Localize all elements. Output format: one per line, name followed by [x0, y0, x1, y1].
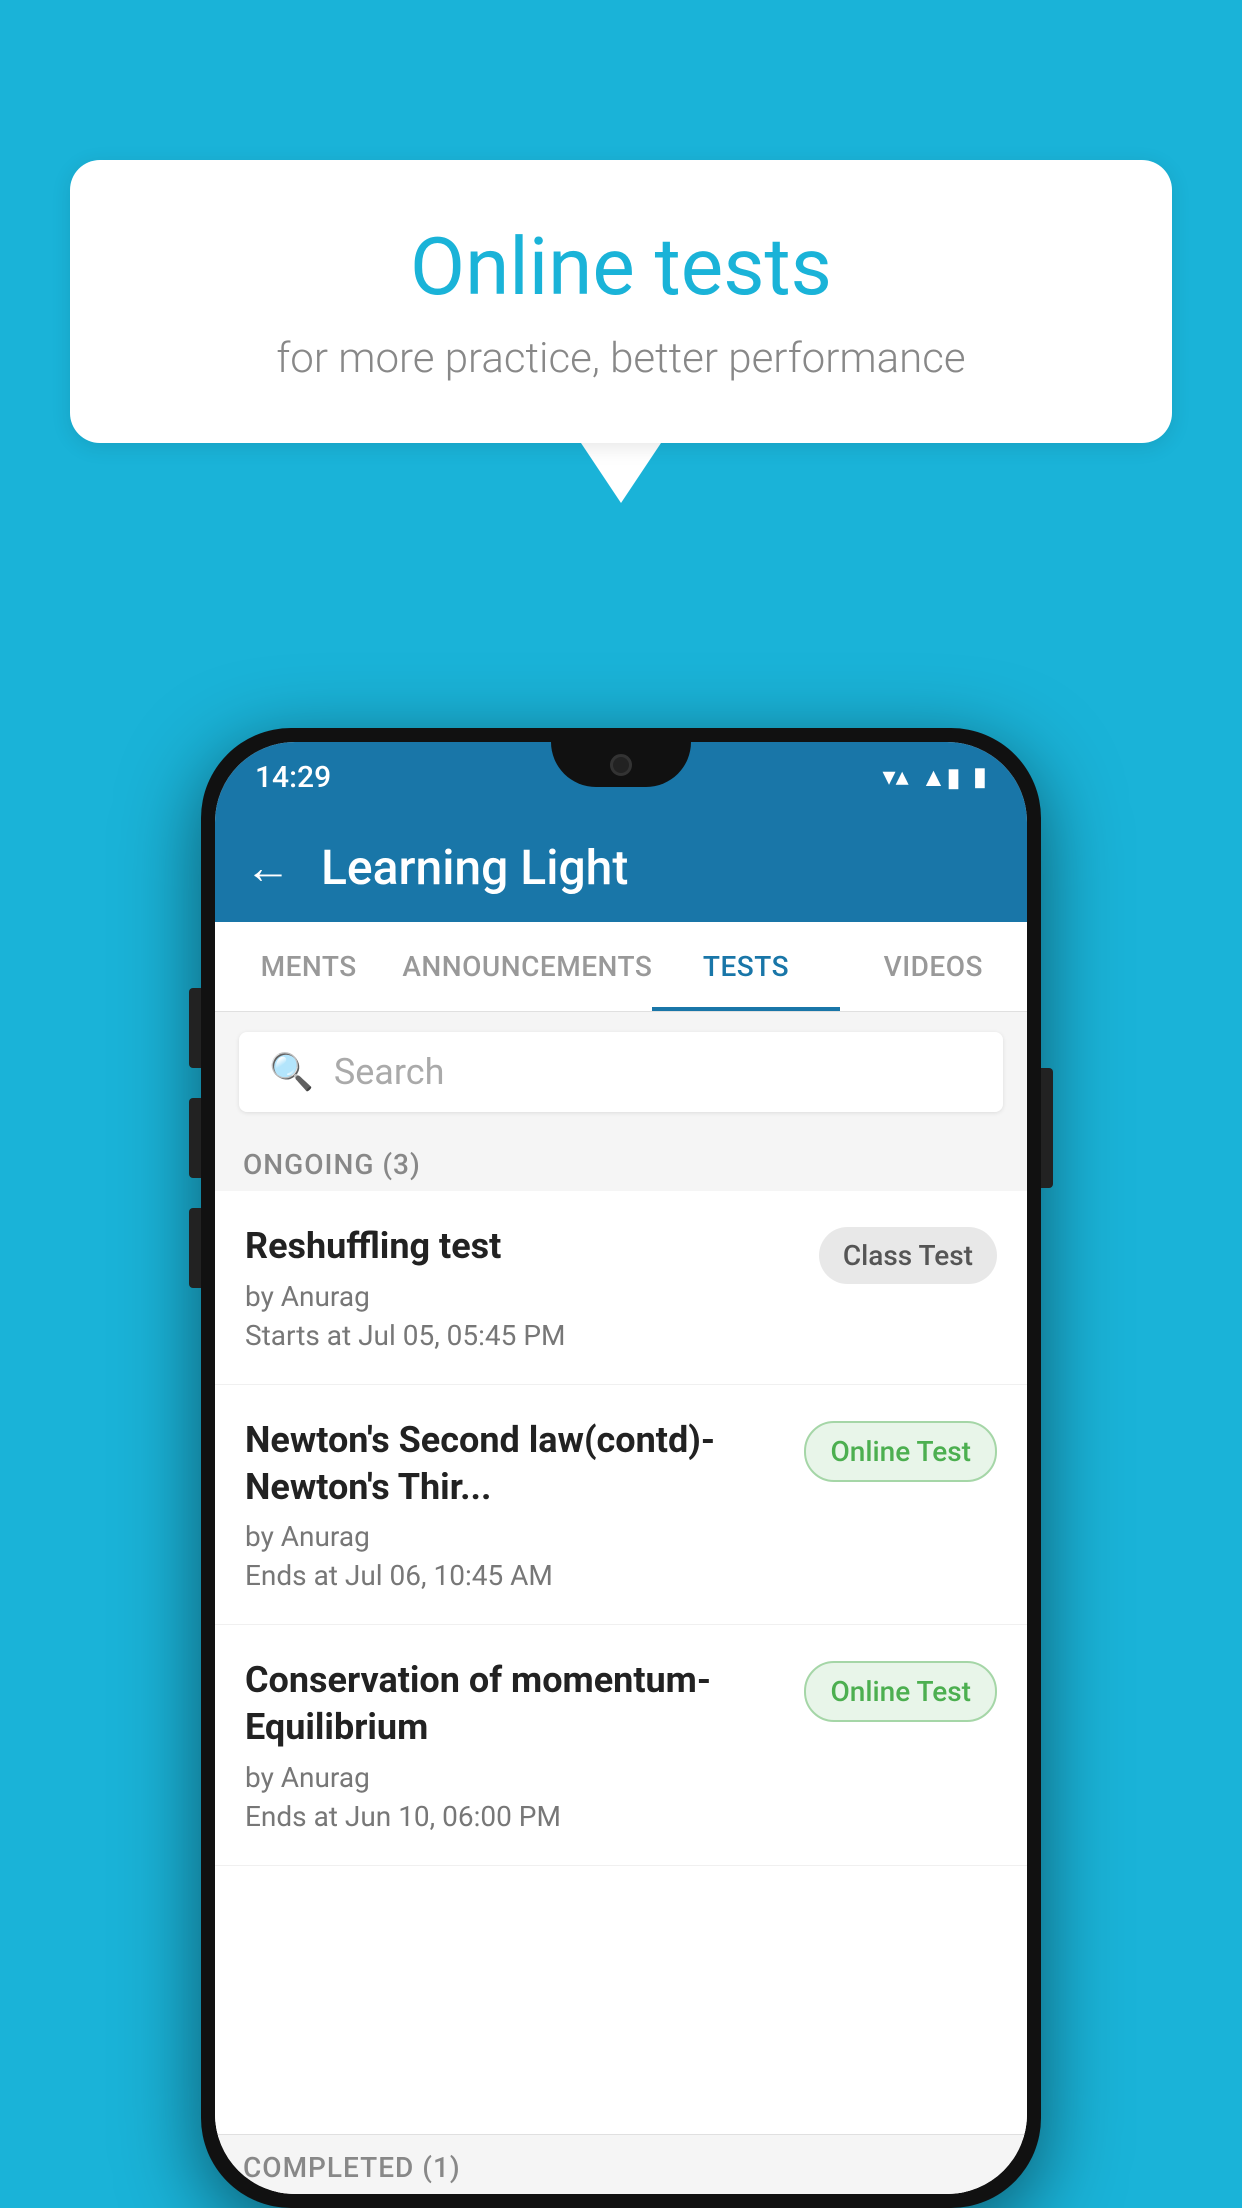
- app-bar: ← Learning Light: [215, 812, 1027, 922]
- list-item[interactable]: Conservation of momentum-Equilibrium by …: [215, 1625, 1027, 1866]
- status-bar: 14:29 ▾▴ ▲▮ ▮: [215, 742, 1027, 812]
- signal-icon: ▲▮: [921, 762, 961, 793]
- battery-icon: ▮: [973, 762, 987, 792]
- tab-videos[interactable]: VIDEOS: [840, 922, 1027, 1011]
- power-button: [1041, 1068, 1053, 1188]
- list-item-title: Newton's Second law(contd)-Newton's Thir…: [245, 1417, 784, 1511]
- list-item-date: Ends at Jul 06, 10:45 AM: [245, 1559, 784, 1592]
- volume-up-button: [189, 988, 201, 1068]
- list-item[interactable]: Reshuffling test by Anurag Starts at Jul…: [215, 1191, 1027, 1385]
- list-item-info: Reshuffling test by Anurag Starts at Jul…: [245, 1223, 819, 1352]
- phone-outer: 14:29 ▾▴ ▲▮ ▮ ← Learning Light MENTS: [201, 728, 1041, 2208]
- list-item-info: Conservation of momentum-Equilibrium by …: [245, 1657, 804, 1833]
- list-item-author: by Anurag: [245, 1520, 784, 1553]
- list-item-title: Reshuffling test: [245, 1223, 799, 1270]
- search-placeholder: Search: [334, 1051, 445, 1093]
- speech-bubble-arrow: [581, 443, 661, 503]
- back-button[interactable]: ←: [245, 840, 291, 895]
- status-time: 14:29: [255, 760, 331, 795]
- list-item-author: by Anurag: [245, 1280, 799, 1313]
- notch: [551, 742, 691, 787]
- tab-announcements[interactable]: ANNOUNCEMENTS: [402, 922, 652, 1011]
- status-icons: ▾▴ ▲▮ ▮: [883, 762, 987, 793]
- search-container: 🔍 Search: [215, 1012, 1027, 1132]
- tab-tests[interactable]: TESTS: [652, 922, 839, 1011]
- ongoing-label: ONGOING (3): [243, 1148, 421, 1181]
- list-item-date: Starts at Jul 05, 05:45 PM: [245, 1319, 799, 1352]
- phone-mockup: 14:29 ▾▴ ▲▮ ▮ ← Learning Light MENTS: [201, 728, 1041, 2208]
- app-bar-title: Learning Light: [321, 839, 628, 896]
- list-item-info: Newton's Second law(contd)-Newton's Thir…: [245, 1417, 804, 1593]
- speech-bubble: Online tests for more practice, better p…: [70, 160, 1172, 443]
- list-item-date: Ends at Jun 10, 06:00 PM: [245, 1800, 784, 1833]
- completed-section-header: COMPLETED (1): [215, 2134, 1027, 2194]
- list-item[interactable]: Newton's Second law(contd)-Newton's Thir…: [215, 1385, 1027, 1626]
- completed-label: COMPLETED (1): [243, 2151, 461, 2184]
- list-item-author: by Anurag: [245, 1761, 784, 1794]
- speech-bubble-container: Online tests for more practice, better p…: [70, 160, 1172, 503]
- test-list: Reshuffling test by Anurag Starts at Jul…: [215, 1191, 1027, 2134]
- speech-bubble-subtitle: for more practice, better performance: [150, 334, 1092, 383]
- tabs-bar: MENTS ANNOUNCEMENTS TESTS VIDEOS: [215, 922, 1027, 1012]
- badge-online-test-2: Online Test: [804, 1661, 997, 1722]
- phone-screen: 14:29 ▾▴ ▲▮ ▮ ← Learning Light MENTS: [215, 742, 1027, 2194]
- camera: [610, 754, 632, 776]
- list-item-title: Conservation of momentum-Equilibrium: [245, 1657, 784, 1751]
- wifi-icon: ▾▴: [883, 762, 909, 792]
- badge-class-test: Class Test: [819, 1227, 997, 1284]
- ongoing-section-header: ONGOING (3): [215, 1132, 1027, 1191]
- silent-button: [189, 1208, 201, 1288]
- speech-bubble-title: Online tests: [150, 220, 1092, 314]
- content-area: 🔍 Search ONGOING (3) Reshuffling test by…: [215, 1012, 1027, 2194]
- volume-down-button: [189, 1098, 201, 1178]
- search-box[interactable]: 🔍 Search: [239, 1032, 1003, 1112]
- badge-online-test: Online Test: [804, 1421, 997, 1482]
- search-icon: 🔍: [269, 1051, 314, 1093]
- tab-ments[interactable]: MENTS: [215, 922, 402, 1011]
